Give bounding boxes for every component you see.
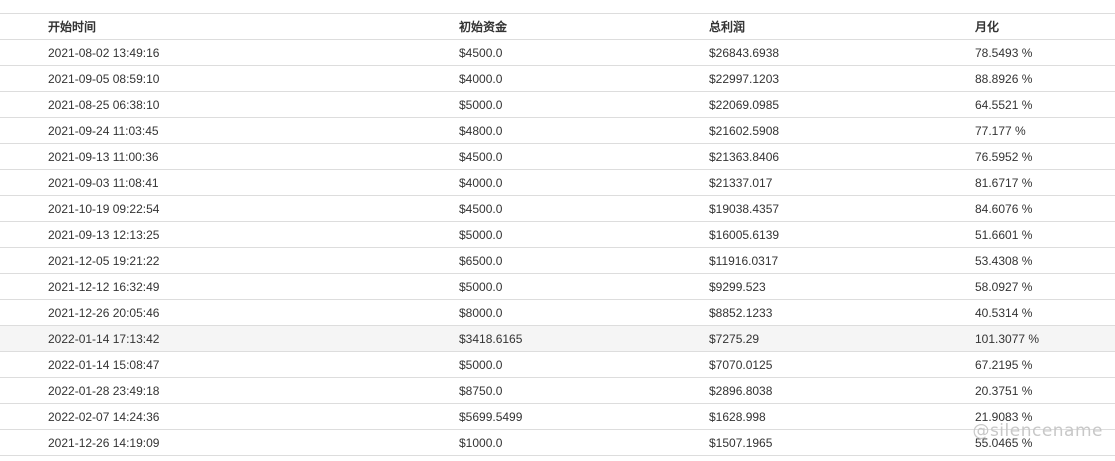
table-row[interactable]: 2021-09-13 11:00:36 $4500.0 $21363.8406 76.… [0,144,1115,170]
cell-start-time: 2021-08-25 06:38:10 [48,97,160,112]
table-row[interactable]: 2022-01-14 15:08:47 $5000.0 $7070.0125 67.2… [0,352,1115,378]
table-header: 开始时间 初始资金 总利润 月化 [0,13,1115,40]
table-row[interactable]: 2021-08-25 06:38:10 $5000.0 $22069.0985 64.… [0,92,1115,118]
cell-start-time: 2021-10-19 09:22:54 [48,201,160,216]
cell-total-profit: $11916.0317 [709,253,779,268]
cell-monthly-return: 78.5493 % [975,45,1033,60]
cell-initial-capital: $5000.0 [459,357,503,372]
cell-start-time: 2021-12-26 14:19:09 [48,435,160,450]
table-row[interactable]: 2021-09-24 11:03:45 $4800.0 $21602.5908 77.… [0,118,1115,144]
cell-initial-capital: $4000.0 [459,71,503,86]
cell-start-time: 2021-09-24 11:03:45 [48,123,159,138]
cell-monthly-return: 67.2195 % [975,357,1033,372]
cell-total-profit: $9299.523 [709,279,766,294]
table-row[interactable]: 2021-12-12 16:32:49 $5000.0 $9299.523 58.09… [0,274,1115,300]
cell-total-profit: $21602.5908 [709,123,780,138]
cell-total-profit: $1507.1965 [709,435,773,450]
cell-monthly-return: 53.4308 % [975,253,1033,268]
cell-start-time: 2022-01-14 17:13:42 [48,331,160,346]
data-table: 开始时间 初始资金 总利润 月化 2021-08-02 13:49:16 $450… [0,13,1115,456]
cell-total-profit: $1628.998 [709,409,766,424]
cell-monthly-return: 64.5521 % [975,97,1033,112]
cell-total-profit: $21363.8406 [709,149,780,164]
cell-initial-capital: $8000.0 [459,305,503,320]
cell-initial-capital: $8750.0 [459,383,503,398]
cell-monthly-return: 40.5314 % [975,305,1033,320]
cell-start-time: 2022-02-07 14:24:36 [48,409,160,424]
cell-initial-capital: $1000.0 [459,435,503,450]
table-row[interactable]: 2022-01-28 23:49:18 $8750.0 $2896.8038 20.3… [0,378,1115,404]
cell-monthly-return: 51.6601 % [975,227,1033,242]
cell-start-time: 2021-09-03 11:08:41 [48,175,159,190]
cell-total-profit: $2896.8038 [709,383,773,398]
table-row[interactable]: 2021-10-19 09:22:54 $4500.0 $19038.4357 84.… [0,196,1115,222]
cell-total-profit: $8852.1233 [709,305,773,320]
cell-start-time: 2021-09-13 12:13:25 [48,227,160,242]
cell-initial-capital: $4500.0 [459,149,503,164]
cell-initial-capital: $4000.0 [459,175,503,190]
cell-initial-capital: $5699.5499 [459,409,523,424]
table-row[interactable]: 2021-09-05 08:59:10 $4000.0 $22997.1203 88.… [0,66,1115,92]
cell-start-time: 2021-12-26 20:05:46 [48,305,160,320]
cell-total-profit: $22997.1203 [709,71,780,86]
cell-total-profit: $7275.29 [709,331,760,346]
cell-start-time: 2021-08-02 13:49:16 [48,45,160,60]
cell-monthly-return: 84.6076 % [975,201,1033,216]
cell-monthly-return: 101.3077 % [975,331,1040,346]
cell-initial-capital: $5000.0 [459,227,503,242]
cell-total-profit: $16005.6139 [709,227,780,242]
cell-monthly-return: 58.0927 % [975,279,1033,294]
cell-start-time: 2022-01-28 23:49:18 [48,383,160,398]
header-total-profit[interactable]: 总利润 [704,14,974,40]
cell-monthly-return: 21.9083 % [975,409,1033,424]
table-row[interactable]: 2021-12-05 19:21:22 $6500.0 $11916.0317 53.… [0,248,1115,274]
cell-initial-capital: $4800.0 [459,123,503,138]
cell-initial-capital: $4500.0 [459,201,503,216]
header-initial-capital[interactable]: 初始资金 [448,14,704,40]
cell-monthly-return: 81.6717 % [975,175,1033,190]
cell-start-time: 2021-12-05 19:21:22 [48,253,160,268]
table-row[interactable]: 2021-09-13 12:13:25 $5000.0 $16005.6139 51.… [0,222,1115,248]
cell-start-time: 2021-09-05 08:59:10 [48,71,160,86]
cell-total-profit: $22069.0985 [709,97,780,112]
cell-monthly-return: 20.3751 % [975,383,1033,398]
cell-initial-capital: $5000.0 [459,97,503,112]
cell-initial-capital: $6500.0 [459,253,503,268]
cell-total-profit: $7070.0125 [709,357,773,372]
cell-start-time: 2021-12-12 16:32:49 [48,279,160,294]
table-row[interactable]: 2021-12-26 20:05:46 $8000.0 $8852.1233 40.5… [0,300,1115,326]
cell-monthly-return: 77.177 % [975,123,1026,138]
cell-initial-capital: $5000.0 [459,279,503,294]
cell-monthly-return: 88.8926 % [975,71,1033,86]
cell-monthly-return: 55.0465 % [975,435,1033,450]
header-start-time[interactable]: 开始时间 [0,14,448,40]
cell-total-profit: $19038.4357 [709,201,780,216]
cell-total-profit: $21337.017 [709,175,773,190]
cell-monthly-return: 76.5952 % [975,149,1033,164]
table-row[interactable]: 2022-01-14 17:13:42 $3418.6165 $7275.29 101… [0,325,1115,352]
table-body: 2021-08-02 13:49:16 $4500.0 $26843.6938 78.… [0,40,1115,456]
cell-initial-capital: $4500.0 [459,45,503,60]
header-monthly-return[interactable]: 月化 [974,14,1115,40]
table-row[interactable]: 2022-02-07 14:24:36 $5699.5499 $1628.998 21… [0,404,1115,430]
table-row[interactable]: 2021-09-03 11:08:41 $4000.0 $21337.017 81.6… [0,170,1115,196]
cell-total-profit: $26843.6938 [709,45,780,60]
table-row[interactable]: 2021-12-26 14:19:09 $1000.0 $1507.1965 55.0… [0,430,1115,456]
table-row[interactable]: 2021-08-02 13:49:16 $4500.0 $26843.6938 78.… [0,40,1115,66]
cell-start-time: 2022-01-14 15:08:47 [48,357,160,372]
header-row: 开始时间 初始资金 总利润 月化 [0,13,1115,40]
cell-start-time: 2021-09-13 11:00:36 [48,149,159,164]
data-table-container: 开始时间 初始资金 总利润 月化 2021-08-02 13:49:16 $450… [0,13,1115,456]
cell-initial-capital: $3418.6165 [459,331,523,346]
